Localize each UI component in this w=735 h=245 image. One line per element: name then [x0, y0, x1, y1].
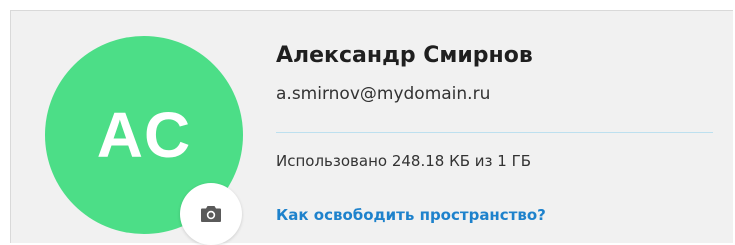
storage-usage-text: Использовано 248.18 КБ из 1 ГБ	[276, 152, 532, 170]
avatar-initials: AC	[96, 99, 192, 171]
account-card: AC Александр Смирнов a.smirnov@mydomain.…	[10, 10, 733, 245]
change-photo-button[interactable]	[180, 183, 242, 245]
camera-icon	[201, 206, 221, 222]
user-email: a.smirnov@mydomain.ru	[276, 84, 491, 104]
user-name: Александр Смирнов	[276, 43, 533, 68]
divider	[276, 132, 713, 133]
free-space-link[interactable]: Как освободить пространство?	[276, 206, 546, 224]
